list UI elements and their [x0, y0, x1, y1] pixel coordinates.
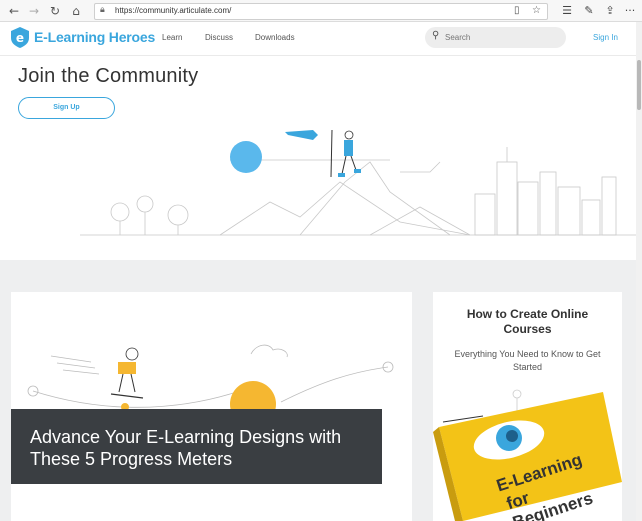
- hero-section: Join the Community Sign Up: [0, 57, 636, 260]
- logo-shield-icon[interactable]: e: [11, 27, 29, 48]
- back-arrow-icon[interactable]: ←: [6, 3, 22, 19]
- svg-text:e: e: [16, 31, 24, 45]
- address-bar[interactable]: 🔒︎ https://community.articulate.com/ ▯ ☆: [94, 3, 548, 20]
- url-text: https://community.articulate.com/: [115, 6, 232, 15]
- article-title-overlay[interactable]: Advance Your E-Learning Designs with The…: [11, 409, 382, 484]
- article-title[interactable]: Advance Your E-Learning Designs with The…: [30, 426, 370, 470]
- page-title: Join the Community: [18, 65, 199, 87]
- site-header: e E-Learning Heroes Learn Discuss Downlo…: [0, 22, 636, 56]
- refresh-icon[interactable]: ↻: [47, 3, 63, 19]
- nav-learn[interactable]: Learn: [162, 33, 182, 42]
- reading-view-icon[interactable]: ▯: [514, 5, 520, 16]
- pen-icon[interactable]: ✎: [581, 3, 597, 19]
- favorites-hub-icon[interactable]: ☰: [559, 3, 575, 19]
- share-icon[interactable]: ⇪: [602, 3, 618, 19]
- promo-title[interactable]: How to Create Online Courses: [443, 307, 612, 337]
- promo-card[interactable]: How to Create Online Courses Everything …: [433, 292, 622, 521]
- search-input[interactable]: [445, 31, 555, 44]
- more-icon[interactable]: ···: [622, 3, 638, 19]
- browser-toolbar: ← → ↻ ⌂ 🔒︎ https://community.articulate.…: [0, 0, 642, 22]
- sign-in-link[interactable]: Sign In: [593, 33, 618, 42]
- sign-up-button[interactable]: Sign Up: [18, 97, 115, 119]
- forward-arrow-icon[interactable]: →: [26, 3, 42, 19]
- star-icon[interactable]: ☆: [532, 5, 541, 16]
- lock-icon: 🔒︎: [100, 5, 105, 15]
- scroll-thumb[interactable]: [637, 60, 641, 110]
- home-icon[interactable]: ⌂: [68, 3, 84, 19]
- hero-illustration: [80, 129, 636, 236]
- nav-discuss[interactable]: Discuss: [205, 33, 233, 42]
- logo-text[interactable]: E-Learning Heroes: [34, 29, 155, 45]
- search-box[interactable]: ⚲: [425, 27, 566, 48]
- scrollbar[interactable]: [636, 22, 642, 521]
- promo-subtitle: Everything You Need to Know to Get Start…: [454, 349, 601, 372]
- article-illustration: [27, 344, 394, 422]
- nav-downloads[interactable]: Downloads: [255, 33, 295, 42]
- search-icon: ⚲: [432, 30, 440, 41]
- featured-article-card[interactable]: Advance Your E-Learning Designs with The…: [11, 292, 412, 521]
- ebook-cover-image: E-Learning for Beginners: [433, 389, 622, 521]
